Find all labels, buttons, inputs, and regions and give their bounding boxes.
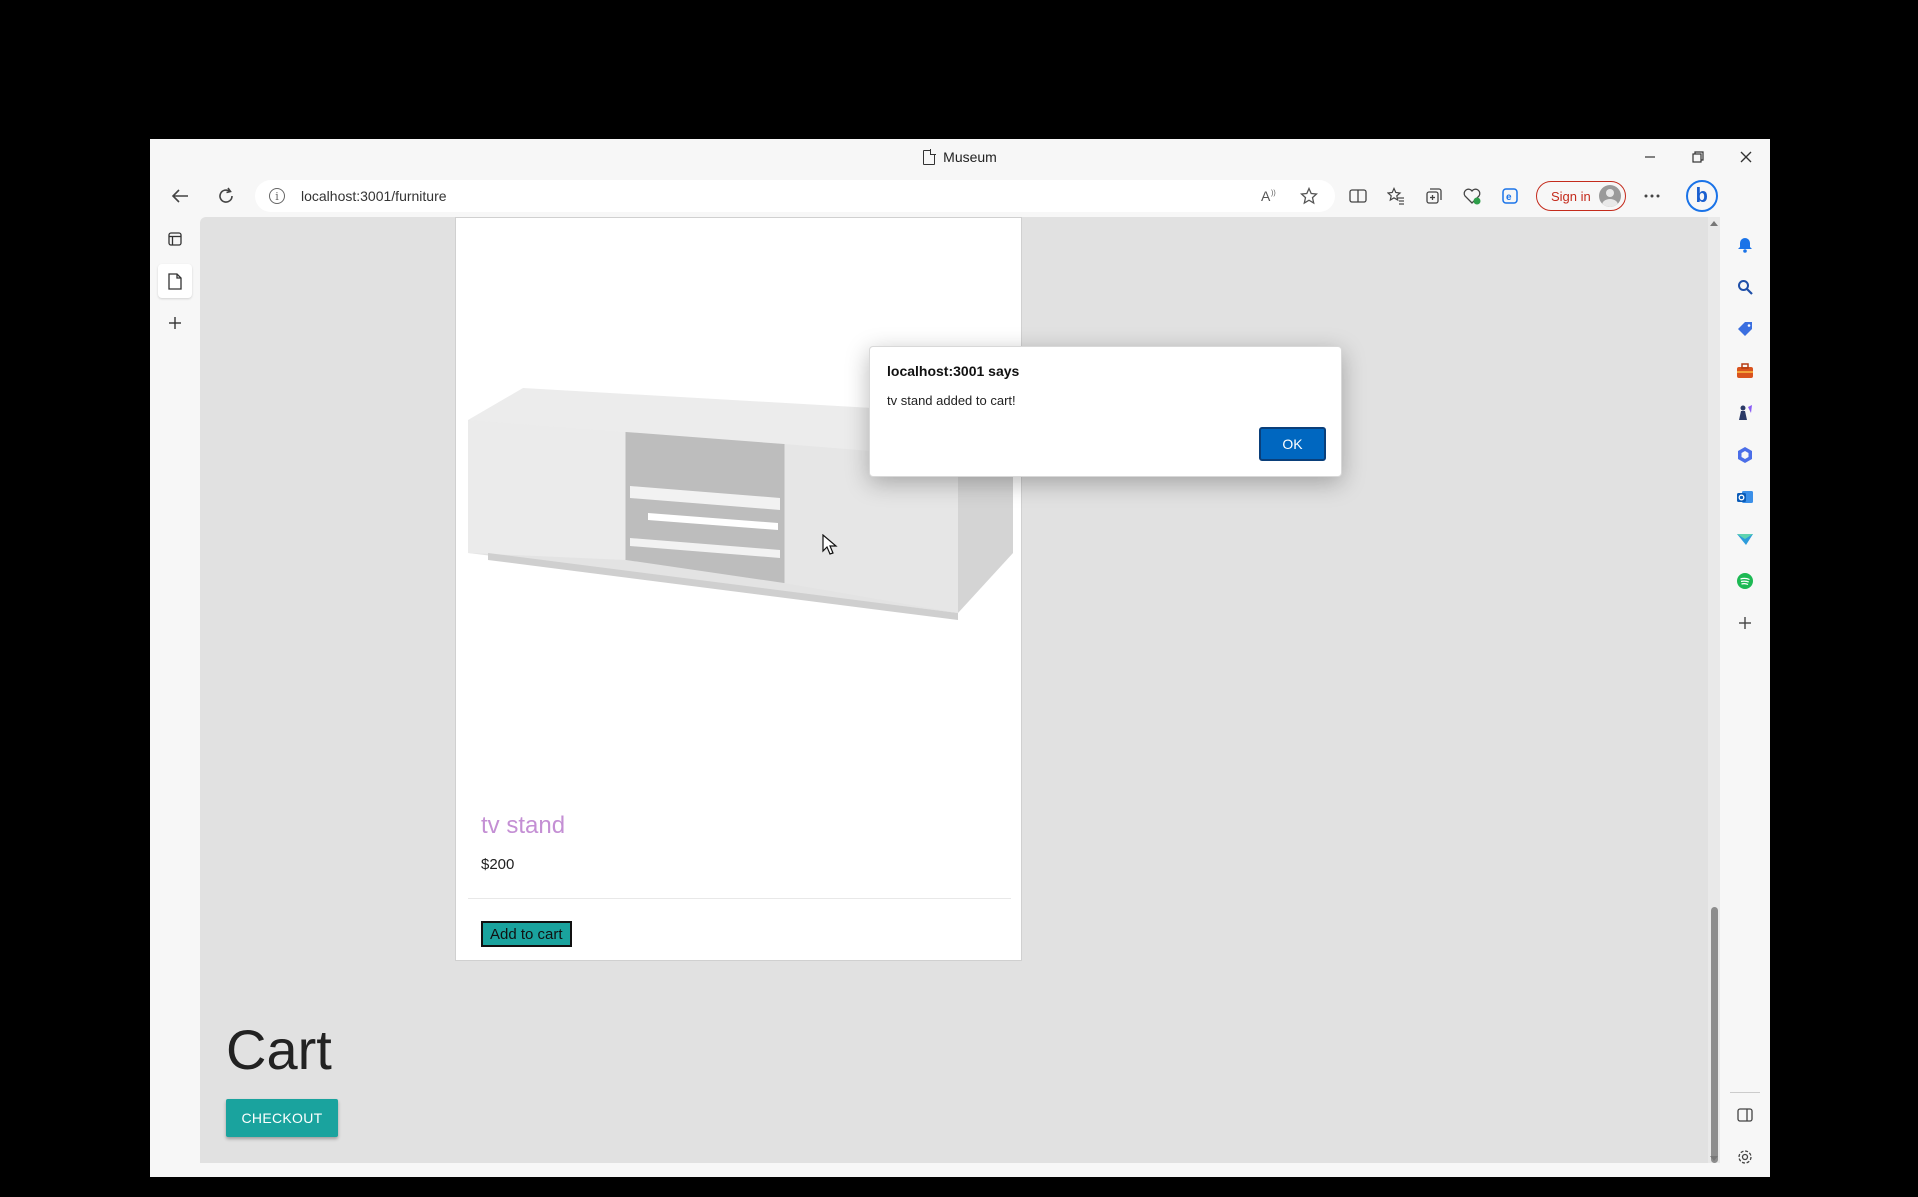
new-tab-plus-icon[interactable] xyxy=(158,306,192,340)
tab-actions-icon[interactable] xyxy=(158,222,192,256)
add-sidebar-app-icon[interactable] xyxy=(1731,609,1759,637)
sidebar-bottom xyxy=(1720,1092,1770,1177)
collections-icon[interactable] xyxy=(1416,178,1452,214)
spotify-icon[interactable] xyxy=(1731,567,1759,595)
search-icon[interactable] xyxy=(1731,273,1759,301)
site-info-icon[interactable]: i xyxy=(269,188,285,204)
toolbar-right: e Sign in b xyxy=(1340,178,1718,214)
notification-bell-icon[interactable] xyxy=(1731,231,1759,259)
read-aloud-icon[interactable]: A)) xyxy=(1251,178,1287,214)
product-card: tv stand $200 Add to cart xyxy=(455,217,1022,961)
cart-heading: Cart xyxy=(226,1018,332,1081)
dialog-title: localhost:3001 says xyxy=(887,363,1020,379)
sign-in-label: Sign in xyxy=(1551,188,1591,204)
restore-icon[interactable] xyxy=(1674,139,1722,175)
favorite-star-icon[interactable] xyxy=(1291,178,1327,214)
browser-essentials-icon[interactable] xyxy=(1454,178,1490,214)
shopping-tag-icon[interactable] xyxy=(1731,315,1759,343)
sidebar-divider xyxy=(1730,1092,1760,1093)
refresh-icon[interactable] xyxy=(208,178,244,214)
tools-briefcase-icon[interactable] xyxy=(1731,357,1759,385)
title-bar: Museum xyxy=(150,139,1770,175)
page-icon xyxy=(923,149,936,165)
games-icon[interactable] xyxy=(1731,399,1759,427)
product-price: $200 xyxy=(481,856,515,873)
split-screen-icon[interactable] xyxy=(1340,178,1376,214)
dialog-message: tv stand added to cart! xyxy=(887,393,1016,408)
page-scrollbar[interactable] xyxy=(1708,217,1720,1163)
settings-gear-icon[interactable] xyxy=(1731,1143,1759,1171)
close-icon[interactable] xyxy=(1722,139,1770,175)
tab-museum[interactable] xyxy=(158,264,192,298)
drop-send-icon[interactable] xyxy=(1731,525,1759,553)
extension-icon[interactable]: e xyxy=(1492,178,1528,214)
sign-in-button[interactable]: Sign in xyxy=(1536,181,1626,211)
scroll-up-arrow-icon[interactable] xyxy=(1710,221,1718,226)
back-arrow-icon[interactable] xyxy=(162,178,198,214)
address-bar-actions: A)) xyxy=(1251,180,1335,212)
svg-text:e: e xyxy=(1506,192,1512,203)
bing-copilot-icon[interactable]: b xyxy=(1685,180,1718,212)
favorites-icon[interactable] xyxy=(1378,178,1414,214)
mouse-cursor-icon xyxy=(822,534,838,555)
browser-window: Museum i localhost:3001/furniture A)) e… xyxy=(150,139,1770,1177)
alert-dialog: localhost:3001 says tv stand added to ca… xyxy=(869,346,1342,477)
window-title-group: Museum xyxy=(923,149,997,165)
scroll-down-arrow-icon[interactable] xyxy=(1710,1156,1718,1161)
svg-text:A: A xyxy=(1261,188,1271,204)
card-divider xyxy=(468,898,1011,899)
window-title: Museum xyxy=(943,149,997,165)
scrollbar-thumb[interactable] xyxy=(1711,907,1718,1163)
hide-sidebar-icon[interactable] xyxy=(1731,1101,1759,1129)
browser-toolbar: i localhost:3001/furniture A)) e Sign in… xyxy=(150,175,1770,217)
checkout-button[interactable]: CHECKOUT xyxy=(226,1099,338,1137)
url-text[interactable]: localhost:3001/furniture xyxy=(301,188,447,204)
vertical-tab-strip xyxy=(150,217,200,1177)
avatar-icon xyxy=(1598,185,1621,207)
microsoft-365-icon[interactable] xyxy=(1731,441,1759,469)
edge-sidebar xyxy=(1720,217,1770,1177)
product-title[interactable]: tv stand xyxy=(481,812,565,840)
add-to-cart-button[interactable]: Add to cart xyxy=(481,921,572,947)
screen: Museum i localhost:3001/furniture A)) e… xyxy=(0,0,1918,1197)
more-menu-icon[interactable] xyxy=(1634,178,1670,214)
dialog-ok-button[interactable]: OK xyxy=(1259,427,1326,461)
window-controls xyxy=(1626,139,1770,175)
outlook-icon[interactable] xyxy=(1731,483,1759,511)
svg-text:)): )) xyxy=(1271,190,1276,197)
address-bar[interactable]: i localhost:3001/furniture A)) xyxy=(255,180,1335,212)
minimize-icon[interactable] xyxy=(1626,139,1674,175)
